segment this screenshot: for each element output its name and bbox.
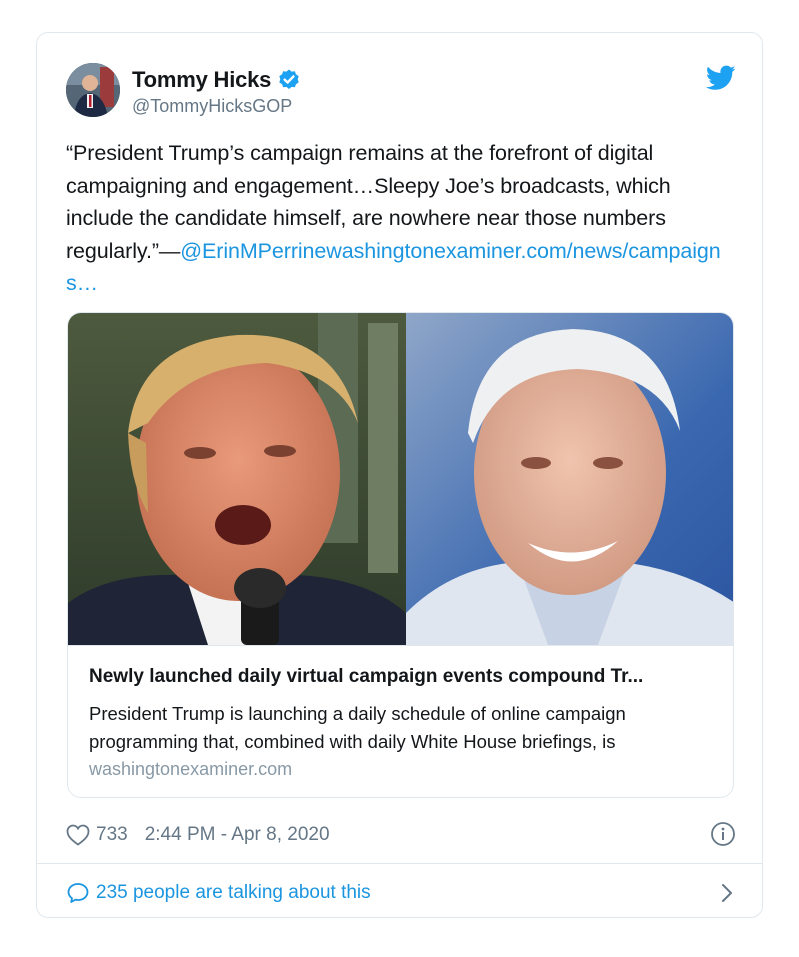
speech-bubble-icon: [66, 881, 90, 905]
link-preview-card[interactable]: Newly launched daily virtual campaign ev…: [67, 312, 734, 798]
footer-divider: [37, 863, 762, 864]
link-preview-title[interactable]: Newly launched daily virtual campaign ev…: [89, 666, 719, 688]
tweet-header: Tommy Hicks @TommyHicksGOP: [66, 63, 736, 119]
tweet-meta: 733 2:44 PM - Apr 8, 2020: [66, 821, 736, 849]
conversation-link[interactable]: 235 people are talking about this: [66, 878, 736, 908]
chevron-right-icon[interactable]: [720, 882, 734, 904]
twitter-bird-icon[interactable]: [705, 65, 736, 91]
author-display-name[interactable]: Tommy Hicks: [132, 67, 271, 93]
like-count[interactable]: 733: [96, 824, 128, 846]
verified-badge-icon: [277, 68, 301, 92]
embedded-tweet-card[interactable]: Tommy Hicks @TommyHicksGOP “President Tr…: [36, 32, 763, 918]
info-icon[interactable]: [710, 821, 736, 847]
tweet-timestamp[interactable]: 2:44 PM - Apr 8, 2020: [145, 824, 330, 846]
avatar[interactable]: [66, 63, 120, 117]
link-preview-domain: washingtonexaminer.com: [89, 759, 293, 779]
tweet-text: “President Trump’s campaign remains at t…: [66, 137, 738, 300]
link-preview-image[interactable]: [68, 313, 733, 645]
heart-icon[interactable]: [66, 824, 90, 846]
conversation-count-label[interactable]: 235 people are talking about this: [96, 882, 371, 904]
author-handle[interactable]: @TommyHicksGOP: [132, 96, 301, 117]
link-preview-body[interactable]: Newly launched daily virtual campaign ev…: [68, 645, 733, 797]
mention-link[interactable]: @ErinMPerrine: [180, 239, 326, 263]
link-preview-description: President Trump is launching a daily sch…: [89, 703, 626, 752]
author-block: Tommy Hicks @TommyHicksGOP: [132, 67, 301, 117]
